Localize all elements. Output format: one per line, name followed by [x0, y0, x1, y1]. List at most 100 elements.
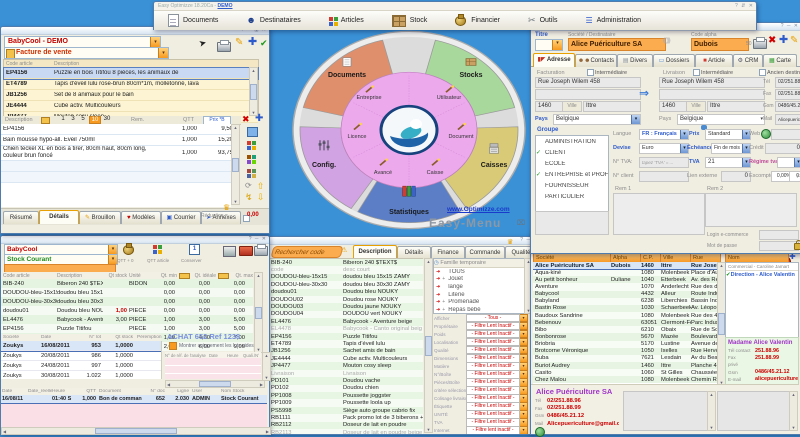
langue-select[interactable]: FR : Français ▾: [639, 129, 689, 140]
rem1-textarea[interactable]: [613, 193, 705, 235]
table-row[interactable]: 16/08/11 01:40 S 1,000 Bon de comman 652 2.03…: [1, 395, 267, 404]
intermediaire-checkbox[interactable]: [693, 69, 700, 76]
table-row[interactable]: Briobria 5170 Lustine Avenue des: [533, 340, 717, 348]
cp-input-facturation[interactable]: 1460: [535, 101, 565, 112]
tab-divers[interactable]: ▤ Divers: [617, 54, 653, 67]
table-row[interactable]: Fax 02/251.88.99: [533, 405, 619, 413]
column-header[interactable]: Qt. min: [149, 273, 177, 279]
table-row[interactable]: Chien teckel XL en bois à tirer, 80cm ha…: [1, 146, 231, 161]
add-icon[interactable]: ✚: [248, 37, 257, 48]
table-row[interactable]: PP1009 Poussette loola up: [269, 399, 423, 407]
arrow-up-icon[interactable]: ⇧: [257, 182, 265, 191]
table-row[interactable]: Zoukys 30/08/2011 1.022 1,0000: [1, 371, 161, 379]
column-header[interactable]: N° lot: [77, 335, 101, 340]
pays-select-facturation[interactable]: Belgique ▾: [553, 114, 641, 125]
table-row[interactable]: Localisation - Filtre Lent Inactif -: [433, 338, 529, 347]
table-row[interactable]: PS5998 Siège auto groupe cabrio fix: [269, 406, 423, 415]
table-row[interactable]: JE4444 Cube activ. Multicouleurs: [269, 355, 423, 363]
table-row[interactable]: Aqua-kiné 1080 MolenbeekPlace d'Aug: [533, 269, 717, 277]
wheel-label-caisses[interactable]: Caisses: [481, 162, 508, 169]
table-row[interactable]: +Promenade: [434, 298, 530, 306]
table-row[interactable]: Babycool 4432 Alleur Route Indu: [533, 290, 717, 298]
page-size-30[interactable]: 30: [102, 116, 112, 122]
tab-article[interactable]: ■ Article: [695, 54, 733, 67]
pays-select-livraison[interactable]: Belgique ▾: [677, 114, 765, 125]
table-row[interactable]: Afficher - Tous -: [433, 314, 529, 323]
column-header[interactable]: Quali./N°: [243, 353, 259, 358]
street2-input-facturation[interactable]: [535, 89, 641, 100]
scrollbar[interactable]: ▲ ▼: [262, 352, 271, 381]
wheel-label-utilisateur[interactable]: Utilisateur: [437, 95, 462, 101]
column-header[interactable]: Qt. idéale: [190, 273, 216, 279]
column-header[interactable]: Unité: [127, 273, 149, 279]
table-row[interactable]: Au petit bonheur Duliane 1040 Etterbeek Av. …: [533, 276, 717, 284]
toolbar-button-stock[interactable]: Stock: [391, 14, 427, 28]
delete-icon[interactable]: ✖: [768, 36, 776, 46]
table-row[interactable]: Tél 02/251.88.96: [533, 397, 619, 405]
table-row[interactable]: Babyland 6238 LiberchiesBassin Indu: [533, 297, 717, 305]
flash-icon[interactable]: ↯: [245, 193, 253, 202]
table-row[interactable]: Matière - Filtre Lent Inactif -: [433, 362, 529, 371]
regime-tva-select[interactable]: ▾: [777, 157, 800, 168]
table-row[interactable]: Gsm 0486/45.21.12: [726, 369, 798, 376]
nclient-input[interactable]: [639, 171, 689, 182]
column-header[interactable]: N° de réf. de l'analyse: [165, 353, 209, 358]
articles-grid-icon[interactable]: [247, 169, 251, 173]
tab-dossiers[interactable]: ▭ Dossiers: [653, 54, 695, 67]
tel-input[interactable]: 02/251.88.96: [775, 77, 800, 88]
column-header[interactable]: Date: [1, 389, 28, 394]
table-row[interactable]: Zoukys 20/08/2011 986 1,0000: [1, 351, 161, 361]
table-row[interactable]: +Jouet: [434, 275, 530, 284]
table-row[interactable]: JB1256 Set de 8 animaux pour le bain: [4, 90, 258, 101]
table-row[interactable]: Aventure 1070 AnderlechtRue des de: [533, 283, 717, 291]
table-row[interactable]: Chez Malou 1080 MolenbeekChemin Ro: [533, 376, 717, 384]
table-row[interactable]: PD101 Doudou vache: [269, 377, 423, 385]
validate-check-icon[interactable]: ✔: [260, 39, 268, 48]
window-controls[interactable]: ? ─ ✕: [249, 236, 267, 243]
optimizze-link[interactable]: www.Optimizze.com: [447, 206, 510, 213]
echeance-select[interactable]: Fin de mois ▾: [711, 143, 751, 154]
table-row[interactable]: FOURNISSEUR: [536, 180, 608, 191]
column-header[interactable]: QTT: [72, 389, 96, 394]
dropdown-button[interactable]: ▾: [794, 158, 800, 167]
table-row[interactable]: RB2112 Doseur de lait en poudre: [269, 421, 423, 429]
table-row[interactable]: PARTICULIER: [536, 191, 608, 202]
table-row[interactable]: [1, 411, 267, 419]
table-row[interactable]: EL4478 Babycook - Canto original beig: [269, 325, 423, 333]
cp-input-livraison[interactable]: 1460: [659, 101, 689, 112]
column-header[interactable]: Code article: [1, 273, 57, 279]
copy-arrow-icon[interactable]: ⇒: [639, 87, 649, 99]
table-row[interactable]: privé: [726, 361, 798, 368]
table-row[interactable]: Fax 251.88.99: [726, 354, 798, 361]
table-row[interactable]: Alice Puériculture SA Dubois 1460 Ittre Rue …: [533, 262, 717, 271]
intermediaire-checkbox[interactable]: [587, 69, 594, 76]
column-header[interactable]: Nom Stock: [218, 389, 265, 394]
articles-history-icon[interactable]: [247, 155, 251, 159]
table-row[interactable]: ET4789 Tapis d'éveil lulu: [269, 340, 423, 348]
table-row[interactable]: EL4476 Babycook - Aventu 3,00 PIECE 1,00 3,00…: [1, 315, 253, 324]
table-row[interactable]: ✓ CLIENT: [536, 147, 608, 158]
gsm-input[interactable]: 0486/45.21.12: [775, 101, 800, 112]
table-row[interactable]: Zoukys 16/08/2011 953 1,0000: [1, 341, 161, 352]
qtt-article-icon[interactable]: [153, 245, 157, 249]
column-header[interactable]: Qt stock: [103, 273, 127, 279]
table-row[interactable]: BIB-240 Biberon 240 $TEXT$: [269, 259, 423, 267]
h-scrollbar[interactable]: ◀ ▶: [1, 427, 271, 435]
column-header[interactable]: Société: [1, 335, 41, 340]
column-header[interactable]: Code article: [4, 61, 54, 67]
table-row[interactable]: Baudoux Sandrine 1080 MolenbeekRue des 4 F: [533, 311, 717, 320]
table-row[interactable]: Buba 7621 Lesdain Av du Beau: [533, 354, 717, 362]
tab-modeles[interactable]: ♥ Modèles: [121, 211, 161, 224]
edit-pencil-icon[interactable]: ✎: [790, 36, 798, 46]
articles-icon[interactable]: [247, 141, 251, 145]
title-bar[interactable]: [269, 237, 533, 245]
prix-select[interactable]: Standard ▾: [705, 129, 751, 140]
table-row[interactable]: [1, 403, 267, 411]
tab-adresse[interactable]: ▮◤ Adresse: [533, 53, 575, 67]
table-row[interactable]: N°/Boîte - Filtre Lent Inactif -: [433, 370, 529, 379]
table-row[interactable]: Gsm 0486/45.21.12: [533, 412, 619, 420]
table-row[interactable]: EL4476 Babycook - Aventure beige: [269, 318, 423, 326]
rem2-textarea[interactable]: [705, 193, 797, 227]
delete-line-icon[interactable]: ✖: [242, 115, 250, 124]
table-row[interactable]: Pièces/Boîte - Filtre Lent Inactif -: [433, 378, 529, 387]
